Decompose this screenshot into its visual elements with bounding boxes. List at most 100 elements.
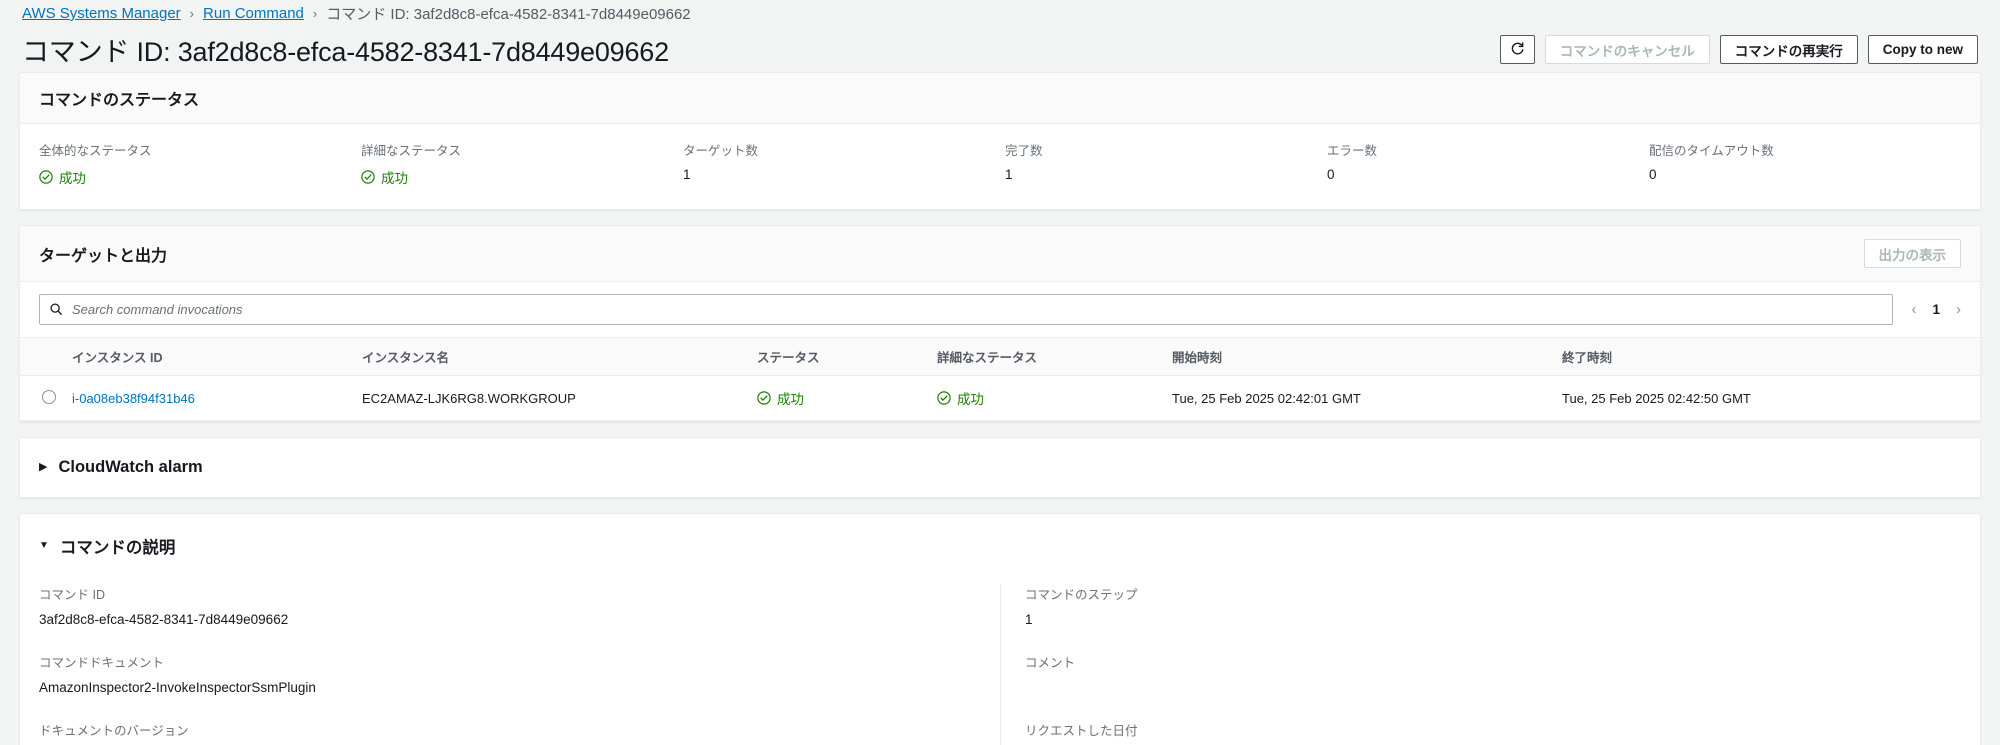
table-toolbar: ‹ 1 ›: [20, 282, 1980, 337]
page-root: AWS Systems Manager › Run Command › コマンド…: [0, 0, 2000, 745]
cell-end-time: Tue, 25 Feb 2025 02:42:50 GMT: [1554, 375, 1980, 421]
detail-label: コマンドドキュメント: [39, 656, 165, 670]
page-title: コマンド ID: 3af2d8c8-efca-4582-8341-7d8449e…: [22, 37, 669, 67]
detail-label: コマンド ID: [39, 588, 105, 602]
instance-id-link[interactable]: i-0a08eb38f94f31b46: [72, 391, 195, 406]
row-radio-button[interactable]: [42, 389, 56, 404]
detail-value: [1025, 680, 1961, 696]
column-select: [20, 337, 64, 376]
cell-status: 成功: [749, 375, 929, 421]
cell-instance-id: i-0a08eb38f94f31b46: [64, 375, 354, 421]
view-output-button[interactable]: 出力の表示: [1863, 239, 1961, 268]
stat-completed-count: 完了数 1: [1005, 140, 1317, 187]
command-description-expander[interactable]: ▼ コマンドの説明: [20, 514, 1980, 578]
command-description-title: コマンドの説明: [59, 539, 176, 557]
stat-error-count: エラー数 0: [1327, 140, 1639, 187]
column-detailed-status[interactable]: 詳細なステータス: [929, 337, 1164, 376]
targets-and-outputs-title: ターゲットと出力: [39, 247, 168, 265]
breadcrumb-item-aws-systems-manager[interactable]: AWS Systems Manager: [22, 5, 181, 22]
detail-command-id: コマンド ID 3af2d8c8-efca-4582-8341-7d8449e0…: [39, 584, 981, 628]
status-text: 成功: [777, 392, 804, 407]
success-check-icon: [937, 391, 951, 405]
stat-value: 成功: [39, 167, 351, 187]
stat-label: 配信のタイムアウト数: [1649, 144, 1774, 158]
pagination-prev-button[interactable]: ‹: [1911, 301, 1916, 318]
pagination: ‹ 1 ›: [1905, 301, 1961, 318]
detail-label: ドキュメントのバージョン: [39, 724, 189, 738]
command-description-right-column: コマンドのステップ 1 コメント リクエストした日付 Tue, 25 Feb 2…: [1000, 584, 1980, 745]
refresh-icon: [1510, 41, 1525, 59]
success-check-icon: [757, 391, 771, 405]
cell-instance-name: EC2AMAZ-LJK6RG8.WORKGROUP: [354, 375, 749, 421]
stat-detailed-status: 詳細なステータス 成功: [361, 140, 673, 187]
copy-to-new-button[interactable]: Copy to new: [1867, 35, 1978, 64]
column-status[interactable]: ステータス: [749, 337, 929, 376]
pagination-page-1[interactable]: 1: [1932, 302, 1940, 317]
stat-label: 完了数: [1005, 144, 1043, 158]
invocations-table: インスタンス ID インスタンス名 ステータス 詳細なステータス 開始時刻 終了…: [20, 337, 1980, 421]
table-header-row: インスタンス ID インスタンス名 ステータス 詳細なステータス 開始時刻 終了…: [20, 337, 1980, 376]
stat-value: 成功: [361, 167, 673, 187]
breadcrumb-item-command-id: コマンド ID: 3af2d8c8-efca-4582-8341-7d8449e…: [326, 6, 691, 23]
cloudwatch-alarm-title: CloudWatch alarm: [58, 458, 203, 476]
command-description-details: コマンド ID 3af2d8c8-efca-4582-8341-7d8449e0…: [20, 578, 1980, 745]
detail-command-document: コマンドドキュメント AmazonInspector2-InvokeInspec…: [39, 652, 981, 696]
stat-value: 0: [1649, 167, 1657, 182]
detail-value: AmazonInspector2-InvokeInspectorSsmPlugi…: [39, 680, 316, 695]
detail-label: リクエストした日付: [1025, 724, 1138, 738]
breadcrumb-separator: ›: [189, 6, 195, 21]
table-row[interactable]: i-0a08eb38f94f31b46 EC2AMAZ-LJK6RG8.WORK…: [20, 375, 1980, 421]
stat-label: ターゲット数: [683, 144, 759, 158]
cell-detailed-status: 成功: [929, 375, 1164, 421]
detail-value: 1: [1025, 612, 1033, 627]
invocations-table-body: i-0a08eb38f94f31b46 EC2AMAZ-LJK6RG8.WORK…: [20, 375, 1980, 421]
detail-label: コマンドのステップ: [1025, 588, 1138, 602]
cloudwatch-alarm-card: ▶ CloudWatch alarm: [19, 437, 1981, 498]
breadcrumb-item-run-command[interactable]: Run Command: [203, 5, 304, 22]
column-instance-name[interactable]: インスタンス名: [354, 337, 749, 376]
refresh-button[interactable]: [1499, 35, 1535, 64]
stat-target-count: ターゲット数 1: [683, 140, 995, 187]
column-start-time[interactable]: 開始時刻: [1164, 337, 1554, 376]
header-actions: コマンドのキャンセル コマンドの再実行 Copy to new: [1499, 35, 1978, 64]
command-description-left-column: コマンド ID 3af2d8c8-efca-4582-8341-7d8449e0…: [20, 584, 1000, 745]
command-description-card: ▼ コマンドの説明 コマンド ID 3af2d8c8-efca-4582-834…: [19, 513, 1981, 745]
pagination-next-button[interactable]: ›: [1956, 301, 1961, 318]
cell-start-time: Tue, 25 Feb 2025 02:42:01 GMT: [1164, 375, 1554, 421]
row-select-cell: [20, 375, 64, 421]
chevron-down-icon: ▼: [39, 540, 49, 551]
stat-label: エラー数: [1327, 144, 1378, 158]
detail-document-version: ドキュメントのバージョン 7: [39, 720, 981, 745]
stat-text: 成功: [381, 171, 408, 186]
stat-value: 0: [1327, 167, 1335, 182]
stat-overall-status: 全体的なステータス 成功: [39, 140, 351, 187]
detailed-status-text: 成功: [957, 392, 984, 407]
invocations-table-head: インスタンス ID インスタンス名 ステータス 詳細なステータス 開始時刻 終了…: [20, 337, 1980, 376]
detail-value: 3af2d8c8-efca-4582-8341-7d8449e09662: [39, 612, 289, 627]
command-status-title: コマンドのステータス: [39, 92, 200, 109]
search-input[interactable]: [39, 294, 1894, 325]
targets-and-outputs-card: ターゲットと出力 出力の表示 ‹ 1 ›: [19, 225, 1981, 422]
rerun-command-button[interactable]: コマンドの再実行: [1719, 35, 1858, 64]
detail-comment: コメント: [1025, 652, 1961, 696]
targets-and-outputs-header: ターゲットと出力 出力の表示: [20, 226, 1980, 282]
breadcrumb: AWS Systems Manager › Run Command › コマンド…: [0, 0, 2000, 27]
column-instance-id[interactable]: インスタンス ID: [64, 337, 354, 376]
page-header: コマンド ID: 3af2d8c8-efca-4582-8341-7d8449e…: [0, 27, 2000, 72]
chevron-right-icon: ▶: [39, 461, 48, 473]
stat-delivery-timeout-count: 配信のタイムアウト数 0: [1649, 140, 1961, 187]
command-status-grid: 全体的なステータス 成功 詳細なステータス 成功 ターゲット数 1 完了数 1 …: [20, 124, 1980, 209]
column-end-time[interactable]: 終了時刻: [1554, 337, 1980, 376]
cancel-command-button[interactable]: コマンドのキャンセル: [1544, 35, 1710, 64]
command-status-card: コマンドのステータス 全体的なステータス 成功 詳細なステータス 成功 ターゲッ…: [19, 72, 1981, 210]
stat-value: 1: [1005, 167, 1013, 182]
stat-value: 1: [683, 167, 691, 182]
detail-requested-date: リクエストした日付 Tue, 25 Feb 2025 02:42:01 GMT: [1025, 720, 1961, 745]
detail-label: コメント: [1025, 656, 1076, 670]
search-box: [39, 294, 1894, 325]
success-check-icon: [361, 170, 375, 184]
command-status-header: コマンドのステータス: [20, 73, 1980, 124]
cloudwatch-alarm-expander[interactable]: ▶ CloudWatch alarm: [20, 438, 1980, 497]
success-check-icon: [39, 170, 53, 184]
stat-label: 全体的なステータス: [39, 144, 152, 158]
